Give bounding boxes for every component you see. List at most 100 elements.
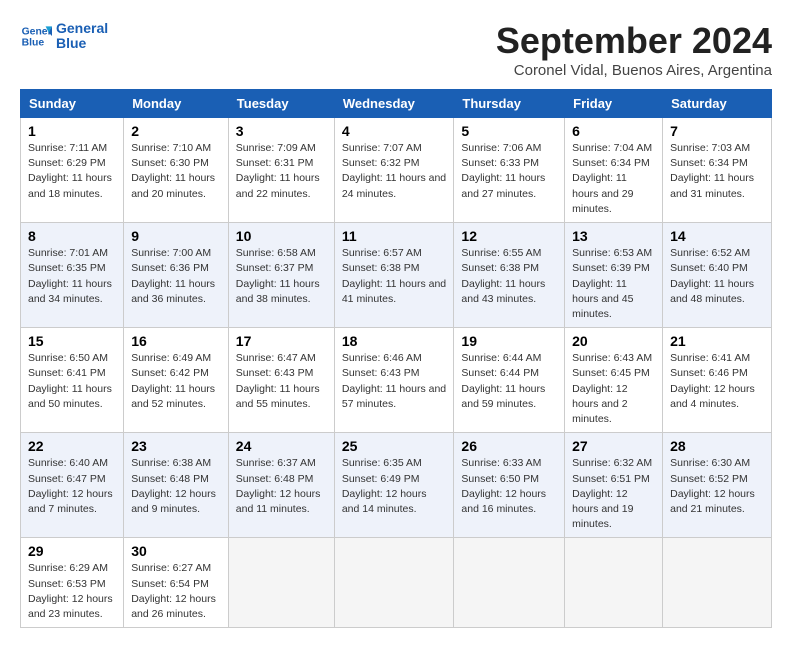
calendar-cell: 15Sunrise: 6:50 AMSunset: 6:41 PMDayligh… xyxy=(21,328,124,433)
calendar-week-2: 8Sunrise: 7:01 AMSunset: 6:35 PMDaylight… xyxy=(21,223,772,328)
day-info: Sunrise: 7:03 AMSunset: 6:34 PMDaylight:… xyxy=(670,141,764,202)
day-info: Sunrise: 7:07 AMSunset: 6:32 PMDaylight:… xyxy=(342,141,447,202)
header-saturday: Saturday xyxy=(663,90,772,118)
day-info: Sunrise: 6:50 AMSunset: 6:41 PMDaylight:… xyxy=(28,351,116,412)
calendar-cell xyxy=(565,538,663,628)
calendar-cell: 24 Sunrise: 6:37 AMSunset: 6:48 PMDayligh… xyxy=(228,433,334,538)
day-info: Sunrise: 6:43 AMSunset: 6:45 PMDaylight:… xyxy=(572,351,655,427)
day-number: 14 xyxy=(670,228,764,244)
day-number: 24 xyxy=(236,438,327,454)
day-number: 21 xyxy=(670,333,764,349)
day-number: 2 xyxy=(131,123,221,139)
calendar-cell: 4 Sunrise: 7:07 AMSunset: 6:32 PMDaylight… xyxy=(334,118,454,223)
calendar-cell xyxy=(454,538,565,628)
day-number: 3 xyxy=(236,123,327,139)
day-number: 25 xyxy=(342,438,447,454)
day-number: 11 xyxy=(342,228,447,244)
logo-icon: General Blue xyxy=(20,20,52,52)
calendar-cell: 8Sunrise: 7:01 AMSunset: 6:35 PMDaylight… xyxy=(21,223,124,328)
day-number: 20 xyxy=(572,333,655,349)
calendar-table: SundayMondayTuesdayWednesdayThursdayFrid… xyxy=(20,89,772,628)
day-info: Sunrise: 6:38 AMSunset: 6:48 PMDaylight:… xyxy=(131,456,221,517)
title-block: September 2024 Coronel Vidal, Buenos Air… xyxy=(496,20,772,79)
calendar-cell: 1 Sunrise: 7:11 AMSunset: 6:29 PMDaylight… xyxy=(21,118,124,223)
day-info: Sunrise: 6:40 AMSunset: 6:47 PMDaylight:… xyxy=(28,456,116,517)
day-info: Sunrise: 7:06 AMSunset: 6:33 PMDaylight:… xyxy=(461,141,557,202)
logo-line2: Blue xyxy=(56,36,108,51)
day-info: Sunrise: 6:33 AMSunset: 6:50 PMDaylight:… xyxy=(461,456,557,517)
day-info: Sunrise: 6:27 AMSunset: 6:54 PMDaylight:… xyxy=(131,561,221,622)
day-info: Sunrise: 6:55 AMSunset: 6:38 PMDaylight:… xyxy=(461,246,557,307)
day-number: 6 xyxy=(572,123,655,139)
calendar-cell: 27 Sunrise: 6:32 AMSunset: 6:51 PMDayligh… xyxy=(565,433,663,538)
calendar-cell: 5Sunrise: 7:06 AMSunset: 6:33 PMDaylight… xyxy=(454,118,565,223)
day-number: 13 xyxy=(572,228,655,244)
calendar-cell: 26 Sunrise: 6:33 AMSunset: 6:50 PMDayligh… xyxy=(454,433,565,538)
header-wednesday: Wednesday xyxy=(334,90,454,118)
calendar-cell: 14Sunrise: 6:52 AMSunset: 6:40 PMDayligh… xyxy=(663,223,772,328)
day-info: Sunrise: 6:32 AMSunset: 6:51 PMDaylight:… xyxy=(572,456,655,532)
calendar-cell: 30 Sunrise: 6:27 AMSunset: 6:54 PMDayligh… xyxy=(124,538,229,628)
calendar-cell: 29 Sunrise: 6:29 AMSunset: 6:53 PMDayligh… xyxy=(21,538,124,628)
day-info: Sunrise: 7:11 AMSunset: 6:29 PMDaylight:… xyxy=(28,141,116,202)
day-info: Sunrise: 6:41 AMSunset: 6:46 PMDaylight:… xyxy=(670,351,764,412)
logo-line1: General xyxy=(56,21,108,36)
day-info: Sunrise: 6:29 AMSunset: 6:53 PMDaylight:… xyxy=(28,561,116,622)
calendar-cell: 22 Sunrise: 6:40 AMSunset: 6:47 PMDayligh… xyxy=(21,433,124,538)
day-info: Sunrise: 6:37 AMSunset: 6:48 PMDaylight:… xyxy=(236,456,327,517)
calendar-cell: 9Sunrise: 7:00 AMSunset: 6:36 PMDaylight… xyxy=(124,223,229,328)
calendar-cell xyxy=(228,538,334,628)
day-number: 4 xyxy=(342,123,447,139)
calendar-cell: 16Sunrise: 6:49 AMSunset: 6:42 PMDayligh… xyxy=(124,328,229,433)
calendar-cell: 21 Sunrise: 6:41 AMSunset: 6:46 PMDayligh… xyxy=(663,328,772,433)
calendar-cell: 2 Sunrise: 7:10 AMSunset: 6:30 PMDaylight… xyxy=(124,118,229,223)
calendar-cell: 10Sunrise: 6:58 AMSunset: 6:37 PMDayligh… xyxy=(228,223,334,328)
calendar-cell: 3 Sunrise: 7:09 AMSunset: 6:31 PMDaylight… xyxy=(228,118,334,223)
day-info: Sunrise: 6:53 AMSunset: 6:39 PMDaylight:… xyxy=(572,246,655,322)
day-number: 28 xyxy=(670,438,764,454)
page-title: September 2024 xyxy=(496,20,772,62)
day-info: Sunrise: 6:30 AMSunset: 6:52 PMDaylight:… xyxy=(670,456,764,517)
calendar-cell: 18Sunrise: 6:46 AMSunset: 6:43 PMDayligh… xyxy=(334,328,454,433)
day-number: 1 xyxy=(28,123,116,139)
day-number: 17 xyxy=(236,333,327,349)
header-tuesday: Tuesday xyxy=(228,90,334,118)
day-info: Sunrise: 7:09 AMSunset: 6:31 PMDaylight:… xyxy=(236,141,327,202)
day-info: Sunrise: 6:47 AMSunset: 6:43 PMDaylight:… xyxy=(236,351,327,412)
calendar-week-4: 22 Sunrise: 6:40 AMSunset: 6:47 PMDayligh… xyxy=(21,433,772,538)
calendar-cell: 17 Sunrise: 6:47 AMSunset: 6:43 PMDayligh… xyxy=(228,328,334,433)
day-info: Sunrise: 7:04 AMSunset: 6:34 PMDaylight:… xyxy=(572,141,655,217)
day-info: Sunrise: 6:35 AMSunset: 6:49 PMDaylight:… xyxy=(342,456,447,517)
day-number: 26 xyxy=(461,438,557,454)
day-number: 23 xyxy=(131,438,221,454)
calendar-cell: 7Sunrise: 7:03 AMSunset: 6:34 PMDaylight… xyxy=(663,118,772,223)
day-info: Sunrise: 6:57 AMSunset: 6:38 PMDaylight:… xyxy=(342,246,447,307)
logo: General Blue General Blue xyxy=(20,20,108,52)
day-info: Sunrise: 6:58 AMSunset: 6:37 PMDaylight:… xyxy=(236,246,327,307)
day-number: 22 xyxy=(28,438,116,454)
calendar-cell: 28 Sunrise: 6:30 AMSunset: 6:52 PMDayligh… xyxy=(663,433,772,538)
day-info: Sunrise: 6:44 AMSunset: 6:44 PMDaylight:… xyxy=(461,351,557,412)
day-number: 19 xyxy=(461,333,557,349)
day-number: 30 xyxy=(131,543,221,559)
header-sunday: Sunday xyxy=(21,90,124,118)
day-number: 12 xyxy=(461,228,557,244)
day-number: 29 xyxy=(28,543,116,559)
calendar-week-3: 15Sunrise: 6:50 AMSunset: 6:41 PMDayligh… xyxy=(21,328,772,433)
calendar-cell xyxy=(334,538,454,628)
calendar-cell: 11 Sunrise: 6:57 AMSunset: 6:38 PMDayligh… xyxy=(334,223,454,328)
calendar-cell: 12 Sunrise: 6:55 AMSunset: 6:38 PMDayligh… xyxy=(454,223,565,328)
page-header: General Blue General Blue September 2024… xyxy=(20,20,772,79)
day-info: Sunrise: 6:46 AMSunset: 6:43 PMDaylight:… xyxy=(342,351,447,412)
calendar-cell xyxy=(663,538,772,628)
day-info: Sunrise: 7:10 AMSunset: 6:30 PMDaylight:… xyxy=(131,141,221,202)
calendar-week-1: 1 Sunrise: 7:11 AMSunset: 6:29 PMDaylight… xyxy=(21,118,772,223)
calendar-week-5: 29 Sunrise: 6:29 AMSunset: 6:53 PMDayligh… xyxy=(21,538,772,628)
calendar-cell: 13 Sunrise: 6:53 AMSunset: 6:39 PMDayligh… xyxy=(565,223,663,328)
day-number: 27 xyxy=(572,438,655,454)
day-info: Sunrise: 7:01 AMSunset: 6:35 PMDaylight:… xyxy=(28,246,116,307)
calendar-header-row: SundayMondayTuesdayWednesdayThursdayFrid… xyxy=(21,90,772,118)
calendar-cell: 6 Sunrise: 7:04 AMSunset: 6:34 PMDaylight… xyxy=(565,118,663,223)
day-number: 16 xyxy=(131,333,221,349)
calendar-cell: 20 Sunrise: 6:43 AMSunset: 6:45 PMDayligh… xyxy=(565,328,663,433)
